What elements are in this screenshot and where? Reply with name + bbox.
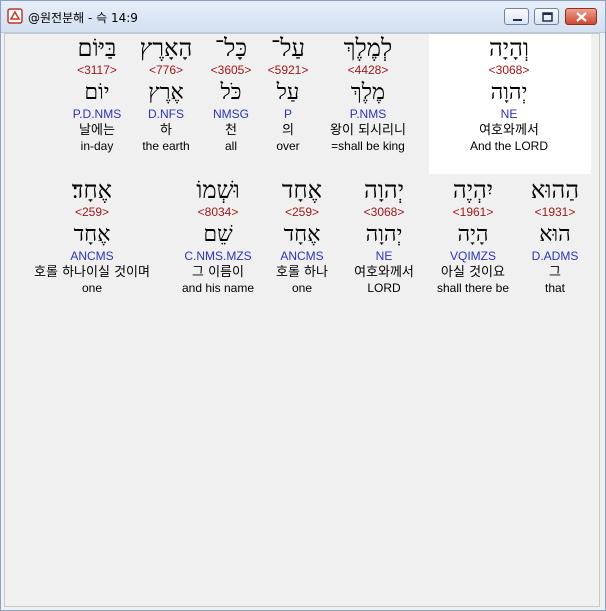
strong-number[interactable]: <4428> (313, 63, 423, 77)
word-card[interactable]: עַל־ <5921> עַל P 의 over (261, 34, 315, 154)
word-card[interactable]: יִהְיֶה <1961> הָיָה VQIMZS 아실 것이요 shall… (429, 176, 517, 296)
hebrew-word: בַּיּוֹם (77, 34, 117, 62)
word-card[interactable]: וְהָיָה <3068> יְהוָה NE 여호와께서 And the L… (449, 34, 569, 154)
word-card[interactable]: יְהוָה <3068> יְהוָה NE 여호와께서 LORD (341, 176, 427, 296)
hebrew-word: וּשְׁמוֹ (196, 176, 240, 204)
korean-gloss: 날에는 (79, 123, 115, 138)
strong-number[interactable]: <776> (133, 63, 199, 77)
korean-gloss: 아실 것이요 (441, 265, 505, 280)
word-card[interactable]: הָאָרֶץ <776> אֶרֶץ D.NFS 하 the earth (133, 34, 199, 154)
english-gloss: one (291, 281, 313, 295)
hebrew-lemma: שֵׁם (203, 222, 233, 247)
strong-number[interactable]: <3068> (449, 63, 569, 77)
morphology-code: ANCMS (70, 249, 114, 263)
word-card[interactable]: הַהוּא <1931> הוּא D.ADMS 그 that (525, 176, 585, 296)
korean-gloss: 그 (549, 265, 561, 280)
korean-gloss: 여호와께서 (479, 123, 539, 138)
interlinear-panel: וְהָיָה <3068> יְהוָה NE 여호와께서 And the L… (4, 33, 600, 607)
hebrew-lemma: הָיָה (457, 222, 489, 247)
hebrew-word: כָּל־ (214, 34, 248, 62)
hebrew-word: הָאָרֶץ (139, 34, 193, 62)
strong-number[interactable]: <3117> (65, 63, 129, 77)
english-gloss: one (81, 281, 103, 295)
hebrew-word: יִהְיֶה (452, 176, 494, 204)
strong-number[interactable]: <3605> (203, 63, 259, 77)
morphology-code: P.D.NMS (72, 107, 122, 121)
app-window: @원전분해 - 슥 14:9 וְהָיָה <3068> יְהוָה NE … (0, 0, 606, 611)
english-gloss: shall there be (436, 281, 510, 295)
hebrew-lemma: יְהוָה (490, 80, 528, 105)
english-gloss: And the LORD (469, 139, 549, 153)
korean-gloss: 의 (282, 123, 294, 138)
hebrew-word: אֶחָד (281, 176, 323, 204)
english-gloss: LORD (367, 281, 401, 295)
hebrew-lemma: אֶחָד (73, 222, 111, 247)
korean-gloss: 호롤 하나이실 것이며 (34, 265, 150, 280)
morphology-code: VQIMZS (449, 249, 496, 263)
hebrew-lemma: הוּא (539, 222, 571, 247)
hebrew-lemma: יְהוָה (365, 222, 403, 247)
morphology-code: P (283, 107, 292, 121)
hebrew-word: עַל־ (271, 34, 305, 62)
hebrew-lemma: יוֹם (84, 80, 110, 105)
strong-number[interactable]: <1961> (429, 205, 517, 219)
word-card[interactable]: וּשְׁמוֹ <8034> שֵׁם C.NMS.MZS 그 이름이 and… (175, 176, 261, 296)
morphology-code: NE (500, 107, 518, 121)
morphology-code: ANCMS (280, 249, 324, 263)
strong-number[interactable]: <8034> (175, 205, 261, 219)
korean-gloss: 여호와께서 (354, 265, 414, 280)
english-gloss: all (224, 139, 237, 153)
morphology-code: D.ADMS (531, 249, 579, 263)
title-bar[interactable]: @원전분해 - 슥 14:9 (1, 1, 605, 33)
morphology-code: P.NMS (349, 107, 387, 121)
strong-number[interactable]: <259> (17, 205, 167, 219)
english-gloss: in-day (80, 139, 114, 153)
hebrew-lemma: עַל (276, 80, 300, 105)
word-card[interactable]: לְמֶלֶךְ <4428> מֶלֶךְ P.NMS 왕이 되시리니 =sh… (313, 34, 423, 154)
maximize-button[interactable] (534, 8, 559, 25)
korean-gloss: 하 (160, 123, 172, 138)
korean-gloss: 왕이 되시리니 (330, 123, 406, 138)
strong-number[interactable]: <5921> (261, 63, 315, 77)
hebrew-word: לְמֶלֶךְ (343, 34, 393, 62)
word-card[interactable]: אֶחָד׃ <259> אֶחָד ANCMS 호롤 하나이실 것이며 one (17, 176, 167, 296)
english-gloss: over (276, 139, 300, 153)
strong-number[interactable]: <1931> (525, 205, 585, 219)
word-card[interactable]: כָּל־ <3605> כֹּל NMSG 천 all (203, 34, 259, 154)
korean-gloss: 천 (225, 123, 237, 138)
hebrew-lemma: אֶרֶץ (148, 80, 184, 105)
strong-number[interactable]: <259> (265, 205, 339, 219)
close-button[interactable] (565, 8, 597, 25)
morphology-code: NE (375, 249, 393, 263)
english-gloss: that (544, 281, 565, 295)
english-gloss: =shall be king (331, 139, 405, 153)
hebrew-word: וְהָיָה (488, 34, 530, 62)
hebrew-word: יְהוָה (363, 176, 405, 204)
app-icon (7, 8, 23, 24)
word-card[interactable]: בַּיּוֹם <3117> יוֹם P.D.NMS 날에는 in-day (65, 34, 129, 154)
morphology-code: NMSG (213, 107, 249, 121)
korean-gloss: 그 이름이 (192, 265, 244, 280)
hebrew-word: אֶחָד׃ (71, 176, 113, 204)
hebrew-lemma: אֶחָד (283, 222, 321, 247)
korean-gloss: 호롤 하나 (276, 265, 328, 280)
english-gloss: the earth (142, 139, 190, 153)
minimize-button[interactable] (504, 8, 529, 25)
word-card[interactable]: אֶחָד <259> אֶחָד ANCMS 호롤 하나 one (265, 176, 339, 296)
hebrew-lemma: כֹּל (220, 80, 242, 105)
morphology-code: C.NMS.MZS (184, 249, 252, 263)
hebrew-lemma: מֶלֶךְ (350, 80, 386, 105)
hebrew-word: הַהוּא (530, 176, 580, 204)
strong-number[interactable]: <3068> (341, 205, 427, 219)
morphology-code: D.NFS (148, 107, 184, 121)
window-title: @원전분해 - 슥 14:9 (28, 11, 138, 25)
english-gloss: and his name (181, 281, 255, 295)
